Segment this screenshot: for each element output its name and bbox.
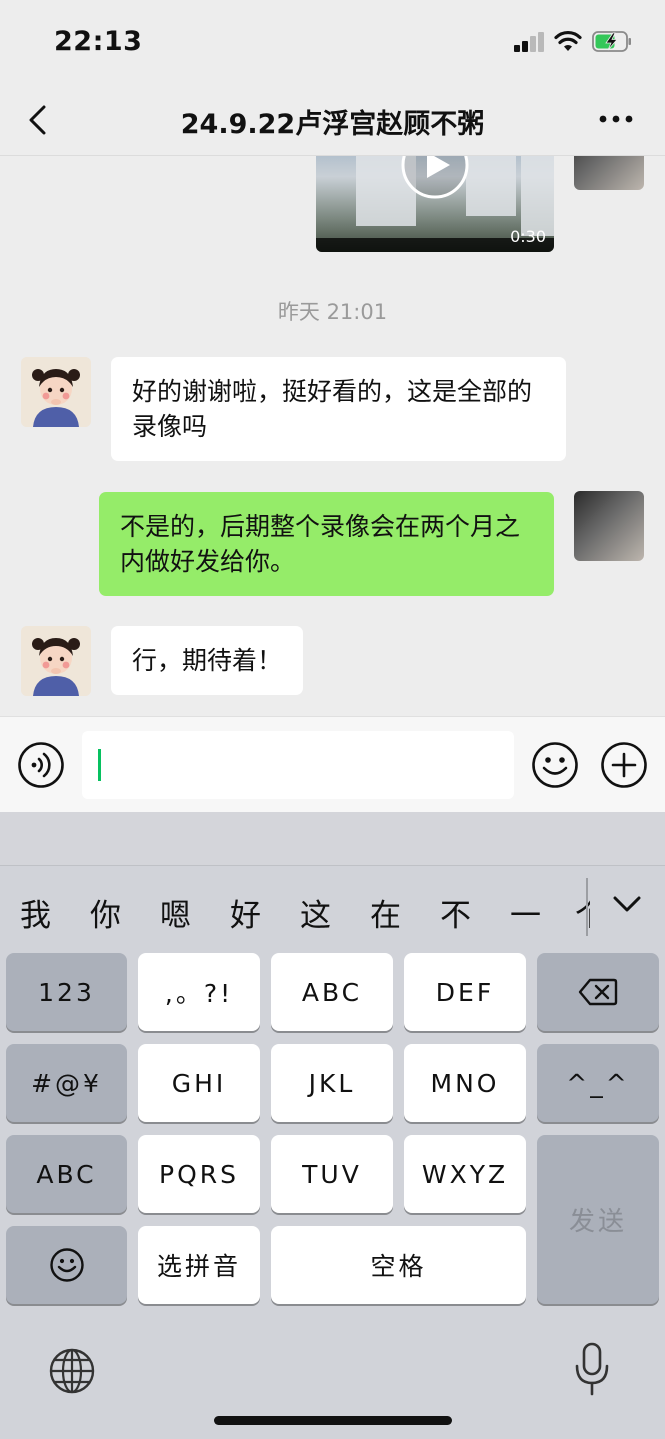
message-bubble-sent[interactable]: 不是的，后期整个录像会在两个月之内做好发给你。	[99, 492, 554, 596]
message-text: 好的谢谢啦，挺好看的，这是全部的录像吗	[132, 377, 533, 441]
key-123[interactable]: 123	[6, 953, 127, 1031]
battery-charging-icon	[592, 31, 631, 52]
candidate-word[interactable]: 好	[230, 890, 261, 935]
friend-avatar[interactable]	[21, 626, 91, 696]
chat-header: 24.9.22卢浮宫赵顾不粥	[0, 84, 665, 156]
key-def[interactable]: DEF	[404, 953, 526, 1031]
input-bar	[0, 716, 665, 812]
backspace-key[interactable]	[537, 953, 659, 1031]
message-text: 不是的，后期整个录像会在两个月之内做好发给你。	[120, 512, 521, 576]
key-tuv[interactable]: TUV	[271, 1135, 393, 1213]
emoji-icon[interactable]	[531, 741, 579, 789]
candidate-word[interactable]: 在	[370, 890, 401, 935]
chat-title: 24.9.22卢浮宫赵顾不粥	[180, 109, 485, 140]
message-list[interactable]: 0:30 昨天 21:01 好的谢谢啦，挺好看的，这是全部的录像吗 不是的，后期…	[0, 156, 665, 716]
play-icon[interactable]	[400, 156, 470, 200]
cellular-signal-icon	[514, 32, 546, 52]
key-ghi[interactable]: GHI	[138, 1044, 260, 1122]
key-kaomoji[interactable]: ^_^	[537, 1044, 659, 1122]
microphone-icon[interactable]	[574, 1342, 610, 1398]
more-options-icon[interactable]	[598, 114, 634, 124]
message-bubble-received[interactable]: 好的谢谢啦，挺好看的，这是全部的录像吗	[111, 357, 566, 461]
message-input[interactable]	[82, 731, 514, 799]
text-caret	[98, 749, 101, 781]
status-time: 22:13	[54, 26, 143, 57]
candidate-word[interactable]: 这	[300, 890, 331, 935]
globe-icon[interactable]	[48, 1347, 96, 1395]
key-select-pinyin[interactable]: 选拼音	[138, 1226, 260, 1304]
candidate-bar: 我 你 嗯 好 这 在 不 一 个	[0, 872, 590, 950]
status-bar: 22:13	[0, 0, 665, 84]
key-pqrs[interactable]: PQRS	[138, 1135, 260, 1213]
self-avatar[interactable]	[574, 156, 644, 190]
time-divider: 昨天 21:01	[277, 300, 388, 324]
backspace-icon	[578, 978, 618, 1006]
candidate-word[interactable]: 你	[90, 890, 121, 935]
home-indicator	[214, 1416, 452, 1425]
friend-avatar[interactable]	[21, 357, 91, 427]
space-key[interactable]: 空格	[271, 1226, 526, 1304]
self-avatar[interactable]	[574, 491, 644, 561]
candidate-word[interactable]: 一	[510, 890, 541, 935]
keyboard-top-spacer	[0, 812, 665, 866]
video-duration: 0:30	[510, 227, 546, 246]
key-symbols[interactable]: #@¥	[6, 1044, 127, 1122]
voice-input-icon[interactable]	[17, 741, 65, 789]
wifi-icon	[554, 30, 582, 51]
smiley-icon	[49, 1248, 84, 1282]
candidate-word[interactable]: 嗯	[160, 890, 191, 935]
video-message[interactable]: 0:30	[316, 156, 554, 252]
key-punctuation[interactable]: ,。?!	[138, 953, 260, 1031]
message-bubble-received[interactable]: 行，期待着！	[111, 626, 304, 695]
key-wxyz[interactable]: WXYZ	[404, 1135, 526, 1213]
key-abc[interactable]: ABC	[271, 953, 393, 1031]
chevron-down-icon[interactable]	[612, 894, 642, 914]
key-mno[interactable]: MNO	[404, 1044, 526, 1122]
key-abc-switch[interactable]: ABC	[6, 1135, 127, 1213]
message-text: 行，期待着！	[132, 646, 283, 675]
cartoon-girl-avatar-icon	[21, 626, 91, 696]
cartoon-girl-avatar-icon	[21, 357, 91, 427]
candidate-word[interactable]: 不	[440, 890, 471, 935]
back-arrow-icon[interactable]	[24, 102, 52, 138]
emoji-keyboard-key[interactable]	[6, 1226, 127, 1304]
add-attachment-icon[interactable]	[600, 741, 648, 789]
candidate-word[interactable]: 我	[20, 890, 51, 935]
candidate-divider	[586, 878, 588, 936]
keyboard: 我 你 嗯 好 这 在 不 一 个 123 ,。?! ABC DEF #@¥ G…	[0, 812, 665, 1439]
send-key[interactable]: 发送	[537, 1135, 659, 1304]
key-jkl[interactable]: JKL	[271, 1044, 393, 1122]
